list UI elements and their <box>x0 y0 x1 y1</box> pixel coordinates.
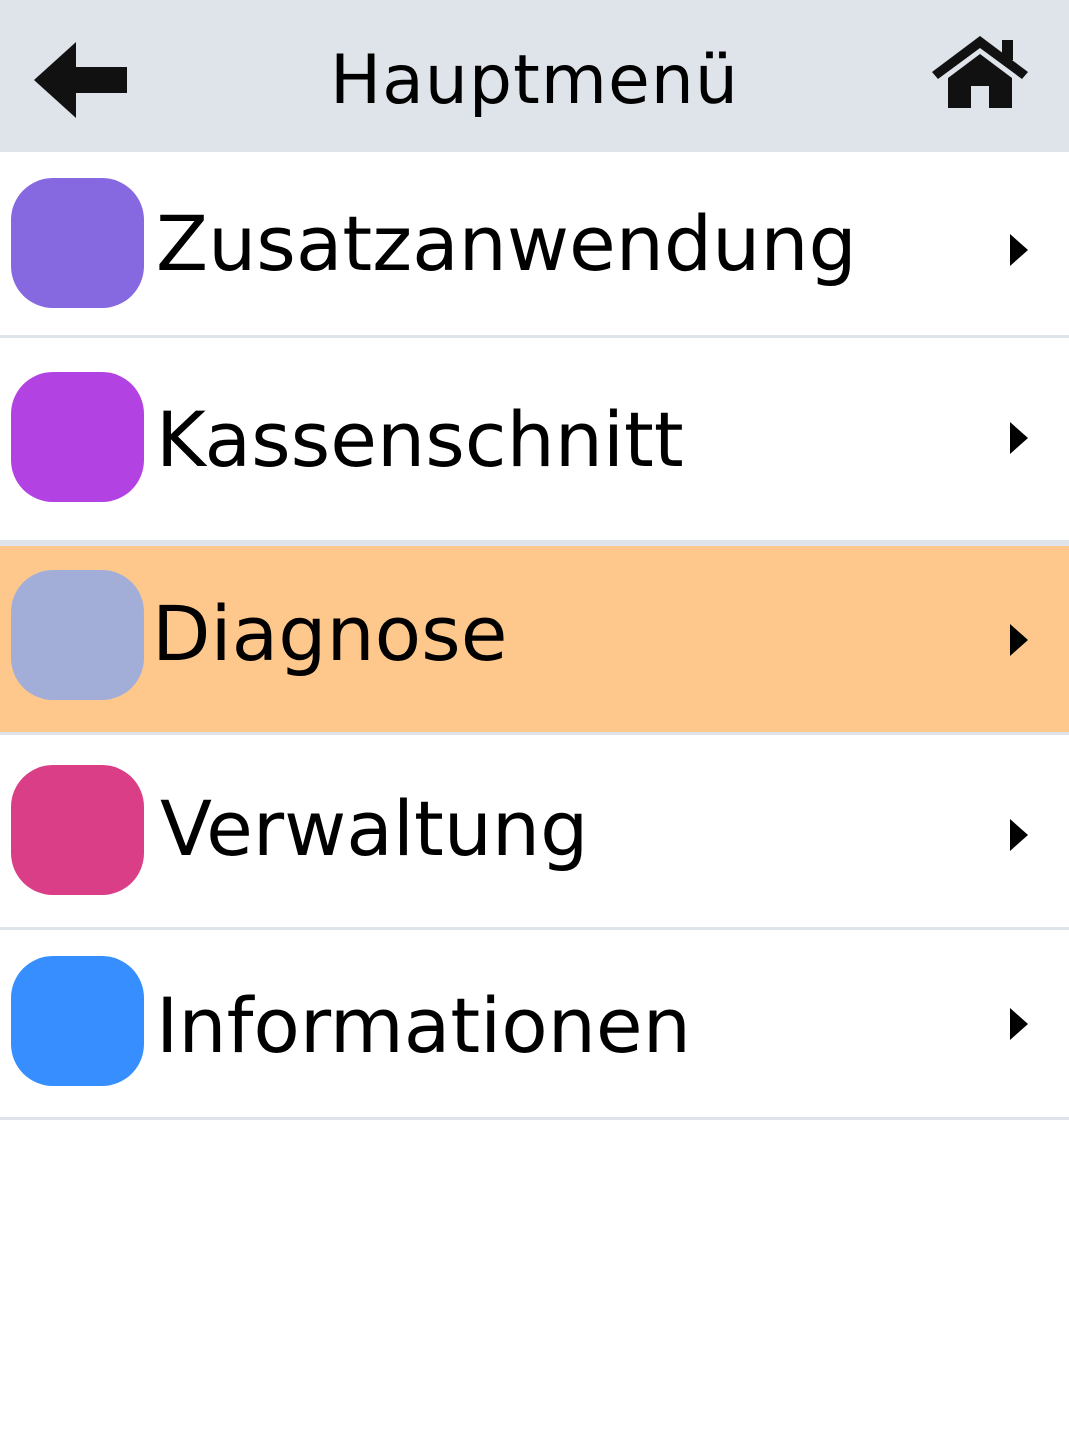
chevron-right-icon <box>1008 234 1030 266</box>
menu-item-label: Zusatzanwendung <box>156 199 857 288</box>
menu-item-label: Kassenschnitt <box>156 395 684 484</box>
header-bar: Hauptmenü <box>0 0 1069 152</box>
main-menu-list: Zusatzanwendung Kassenschnitt Diagnose V… <box>0 152 1069 1120</box>
color-swatch <box>11 956 144 1086</box>
menu-item-label: Informationen <box>156 981 691 1070</box>
menu-item-label: Diagnose <box>152 589 508 678</box>
menu-item-zusatzanwendung[interactable]: Zusatzanwendung <box>0 152 1069 338</box>
menu-item-informationen[interactable]: Informationen <box>0 930 1069 1120</box>
chevron-right-icon <box>1008 624 1030 656</box>
menu-item-verwaltung[interactable]: Verwaltung <box>0 735 1069 930</box>
color-swatch <box>11 178 144 308</box>
page-title: Hauptmenü <box>330 41 739 120</box>
menu-item-kassenschnitt[interactable]: Kassenschnitt <box>0 338 1069 543</box>
chevron-right-icon <box>1008 819 1030 851</box>
color-swatch <box>11 570 144 700</box>
chevron-right-icon <box>1008 422 1030 454</box>
home-button[interactable] <box>930 36 1030 112</box>
chevron-right-icon <box>1008 1008 1030 1040</box>
menu-item-diagnose[interactable]: Diagnose <box>0 543 1069 735</box>
menu-item-label: Verwaltung <box>160 784 589 873</box>
color-swatch <box>11 372 144 502</box>
color-swatch <box>11 765 144 895</box>
home-icon <box>932 36 1028 108</box>
